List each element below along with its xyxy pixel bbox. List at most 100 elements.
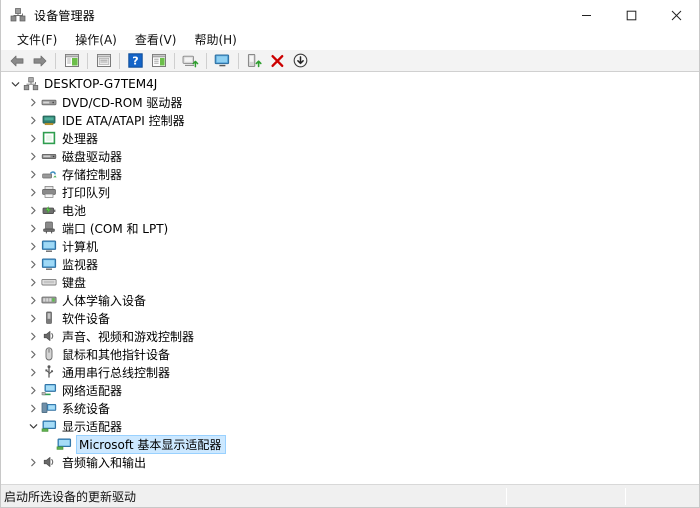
ide-controller-icon [41, 112, 57, 128]
tree-node-microsoft-basic-display-adapter[interactable]: Microsoft 基本显示适配器 [1, 434, 699, 454]
tree-node-batteries[interactable]: 电池 [1, 201, 699, 219]
menu-file[interactable]: 文件(F) [8, 29, 66, 51]
chevron-right-icon[interactable] [25, 346, 41, 362]
chevron-down-icon[interactable] [7, 76, 23, 92]
status-bar-panel-2 [507, 485, 625, 508]
properties-icon[interactable] [92, 51, 115, 71]
show-hide-action-pane-icon[interactable] [147, 51, 170, 71]
maximize-button[interactable] [609, 0, 654, 30]
title-bar: 设备管理器 [1, 0, 699, 30]
chevron-right-icon[interactable] [25, 364, 41, 380]
show-hide-console-tree-icon[interactable] [60, 51, 83, 71]
chevron-right-icon[interactable] [25, 256, 41, 272]
tree-node-sound-video-game[interactable]: 声音、视频和游戏控制器 [1, 327, 699, 345]
update-driver-icon[interactable] [211, 51, 234, 71]
chevron-right-icon[interactable] [25, 130, 41, 146]
battery-icon [41, 202, 57, 218]
tree-node-processor[interactable]: 处理器 [1, 129, 699, 147]
dvd-drive-icon [41, 94, 57, 110]
tree-node-dvd-cdrom[interactable]: DVD/CD-ROM 驱动器 [1, 93, 699, 111]
disk-drive-icon [41, 148, 57, 164]
menu-bar: 文件(F) 操作(A) 查看(V) 帮助(H) [1, 30, 699, 50]
chevron-right-icon[interactable] [25, 112, 41, 128]
chevron-right-icon[interactable] [25, 148, 41, 164]
tree-node-network-adapters[interactable]: 网络适配器 [1, 381, 699, 399]
help-icon[interactable]: ? [124, 51, 147, 71]
toolbar-separator [119, 52, 120, 69]
tree-node-label: 人体学输入设备 [62, 293, 147, 308]
forward-arrow-icon[interactable] [28, 51, 51, 71]
chevron-right-icon[interactable] [25, 166, 41, 182]
chevron-down-icon[interactable] [25, 418, 41, 434]
tree-node-label: 存储控制器 [62, 167, 123, 182]
tree-node-label: 软件设备 [62, 311, 111, 326]
enable-device-icon[interactable] [243, 51, 266, 71]
tree-node-disk-drives[interactable]: 磁盘驱动器 [1, 147, 699, 165]
tree-node-label: 通用串行总线控制器 [62, 365, 171, 380]
computer-icon [41, 238, 57, 254]
tree-node-display-adapters[interactable]: 显示适配器 [1, 417, 699, 435]
printer-icon [41, 184, 57, 200]
close-button[interactable] [654, 0, 699, 30]
menu-view[interactable]: 查看(V) [126, 29, 186, 51]
tree-node-label: 端口 (COM 和 LPT) [62, 221, 169, 236]
tree-node-audio-inputs-outputs[interactable]: 音频输入和输出 [1, 453, 699, 471]
network-adapter-icon [41, 382, 57, 398]
chevron-right-icon[interactable] [25, 274, 41, 290]
tree-node-root[interactable]: DESKTOP-G7TEM4J [1, 75, 699, 93]
tree-node-hid[interactable]: 人体学输入设备 [1, 291, 699, 309]
tree-node-keyboards[interactable]: 键盘 [1, 273, 699, 291]
storage-controller-icon [41, 166, 57, 182]
chevron-right-icon[interactable] [25, 94, 41, 110]
chevron-right-icon[interactable] [25, 220, 41, 236]
chevron-right-icon[interactable] [25, 400, 41, 416]
tree-node-software-devices[interactable]: 软件设备 [1, 309, 699, 327]
tree-node-label: 监视器 [62, 257, 99, 272]
device-manager-window: 设备管理器 文件(F) 操作(A) 查看(V) 帮助(H) ? DESKTOP-… [0, 0, 700, 508]
minimize-button[interactable] [564, 0, 609, 30]
monitor-icon [41, 256, 57, 272]
menu-action[interactable]: 操作(A) [66, 29, 126, 51]
tree-node-system-devices[interactable]: 系统设备 [1, 399, 699, 417]
tree-node-storage-controllers[interactable]: 存储控制器 [1, 165, 699, 183]
status-bar-text: 启动所选设备的更新驱动 [4, 489, 137, 504]
tree-node-label: 网络适配器 [62, 383, 123, 398]
tree-node-mice[interactable]: 鼠标和其他指针设备 [1, 345, 699, 363]
tree-node-label: Microsoft 基本显示适配器 [75, 434, 227, 454]
mouse-icon [41, 346, 57, 362]
tree-node-ports[interactable]: 端口 (COM 和 LPT) [1, 219, 699, 237]
tree-node-print-queues[interactable]: 打印队列 [1, 183, 699, 201]
toolbar-separator [238, 52, 239, 69]
tree-node-usb-controllers[interactable]: 通用串行总线控制器 [1, 363, 699, 381]
tree-node-label: 计算机 [62, 239, 99, 254]
status-bar-panel-3 [626, 485, 699, 508]
port-icon [41, 220, 57, 236]
computer-root-icon [23, 76, 39, 92]
chevron-right-icon[interactable] [25, 310, 41, 326]
chevron-right-icon[interactable] [25, 328, 41, 344]
chevron-right-icon[interactable] [25, 454, 41, 470]
back-arrow-icon[interactable] [5, 51, 28, 71]
menu-help[interactable]: 帮助(H) [185, 29, 245, 51]
device-tree[interactable]: DESKTOP-G7TEM4J DVD/CD-ROM 驱动器 IDE ATA/A… [1, 72, 699, 484]
window-controls [564, 0, 699, 30]
usb-icon [41, 364, 57, 380]
hid-icon [41, 292, 57, 308]
system-device-icon [41, 400, 57, 416]
tree-node-ide-ata[interactable]: IDE ATA/ATAPI 控制器 [1, 111, 699, 129]
chevron-right-icon[interactable] [25, 202, 41, 218]
disable-device-icon[interactable] [289, 51, 312, 71]
chevron-right-icon[interactable] [25, 382, 41, 398]
tree-node-label: 磁盘驱动器 [62, 149, 123, 164]
tree-node-root-label: DESKTOP-G7TEM4J [44, 77, 158, 91]
chevron-right-icon[interactable] [25, 184, 41, 200]
chevron-right-icon[interactable] [25, 238, 41, 254]
scan-hardware-changes-icon[interactable] [179, 51, 202, 71]
tree-node-computer[interactable]: 计算机 [1, 237, 699, 255]
tree-node-label: 鼠标和其他指针设备 [62, 347, 171, 362]
tree-node-monitors[interactable]: 监视器 [1, 255, 699, 273]
toolbar: ? [1, 50, 699, 72]
sound-icon [41, 328, 57, 344]
chevron-right-icon[interactable] [25, 292, 41, 308]
uninstall-device-icon[interactable] [266, 51, 289, 71]
